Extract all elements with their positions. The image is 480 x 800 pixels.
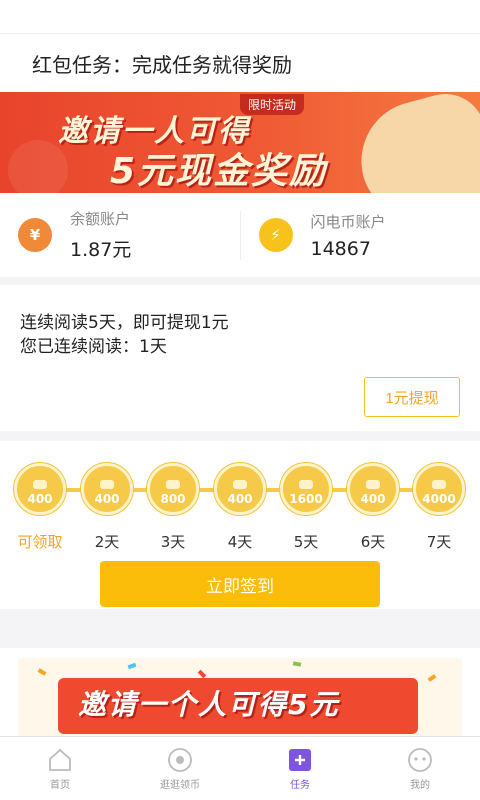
- day-label: 5天: [293, 533, 319, 551]
- lightning-coin-icon: ⚡: [258, 218, 293, 252]
- tab-profile[interactable]: 我的: [360, 737, 480, 800]
- day-item: 400 4天: [214, 463, 266, 552]
- tab-task[interactable]: 任务: [240, 737, 360, 800]
- day-item: 400 2天: [81, 463, 133, 552]
- tab-label: 任务: [290, 780, 310, 791]
- day-item: 800 3天: [147, 463, 199, 552]
- tab-bar: 首页 逛逛领币 任务 我的: [0, 736, 480, 800]
- balance-value: 1.87元: [70, 239, 132, 261]
- page-title: 红包任务：完成任务就得奖励: [0, 34, 480, 92]
- withdraw-button[interactable]: 1元提现: [364, 377, 460, 417]
- balance-account[interactable]: ¥ 余额账户 1.87元: [0, 208, 240, 262]
- day-label: 3天: [160, 533, 186, 551]
- hand-illustration: [347, 92, 480, 193]
- day-item[interactable]: 400 可领取: [14, 463, 66, 552]
- coin-label: 闪电币账户: [310, 212, 386, 231]
- coin-icon: 400: [14, 463, 66, 515]
- reading-progress: 您已连续阅读：1天: [20, 337, 167, 357]
- signin-panel: 400 可领取 400 2天 800 3天 400 4天 1600 5天 400…: [0, 441, 480, 621]
- day-item: 4000 7天: [413, 463, 465, 552]
- day-label: 6天: [360, 533, 386, 551]
- banner-bottom-text: 邀请一个人可得5元: [78, 688, 340, 721]
- yuan-coin-icon: ¥: [18, 218, 52, 252]
- signin-button[interactable]: 立即签到: [100, 561, 380, 607]
- tab-home[interactable]: 首页: [0, 737, 120, 800]
- day-label: 2天: [94, 533, 120, 551]
- coin-icon: 400: [81, 463, 133, 515]
- invite-banner[interactable]: 限时活动 邀请一人可得 5元现金奖励: [0, 92, 480, 193]
- reading-task: 连续阅读5天，即可提现1元 您已连续阅读：1天 1元提现: [0, 285, 480, 441]
- profile-icon: [408, 748, 432, 772]
- day-label: 7天: [426, 533, 452, 551]
- status-bar: [0, 0, 480, 34]
- coin-icon: 4000: [413, 463, 465, 515]
- accounts-row: ¥ 余额账户 1.87元 ⚡ 闪电币账户 14867: [0, 193, 480, 285]
- coin-account[interactable]: ⚡ 闪电币账户 14867: [239, 210, 480, 260]
- task-icon: [289, 749, 311, 771]
- signin-days: 400 可领取 400 2天 800 3天 400 4天 1600 5天 400…: [0, 463, 480, 551]
- page: 红包任务：完成任务就得奖励 限时活动 邀请一人可得 5元现金奖励 ¥ 余额账户 …: [0, 0, 480, 800]
- tab-label: 我的: [410, 780, 430, 791]
- tab-label: 首页: [50, 780, 70, 791]
- home-icon: [49, 748, 71, 771]
- banner-bottom-bg: 邀请一个人可得5元: [18, 658, 462, 743]
- coin-value: 14867: [310, 237, 371, 260]
- day-label: 可领取: [17, 533, 63, 551]
- coin-icon: 800: [147, 463, 199, 515]
- coin-icon: 1600: [280, 463, 332, 515]
- invite-banner-bottom[interactable]: 邀请一个人可得5元: [0, 648, 480, 743]
- tab-browse[interactable]: 逛逛领币: [120, 737, 240, 800]
- day-label: 4天: [227, 533, 253, 551]
- banner-line2: 5元现金奖励: [110, 151, 328, 192]
- balance-label: 余额账户: [70, 210, 131, 228]
- eye-icon: [168, 748, 192, 772]
- tab-label: 逛逛领币: [160, 780, 200, 791]
- reading-rule: 连续阅读5天，即可提现1元: [20, 313, 229, 333]
- day-item: 400 6天: [347, 463, 399, 552]
- coin-icon: 400: [214, 463, 266, 515]
- day-item: 1600 5天: [280, 463, 332, 552]
- coin-icon: 400: [347, 463, 399, 515]
